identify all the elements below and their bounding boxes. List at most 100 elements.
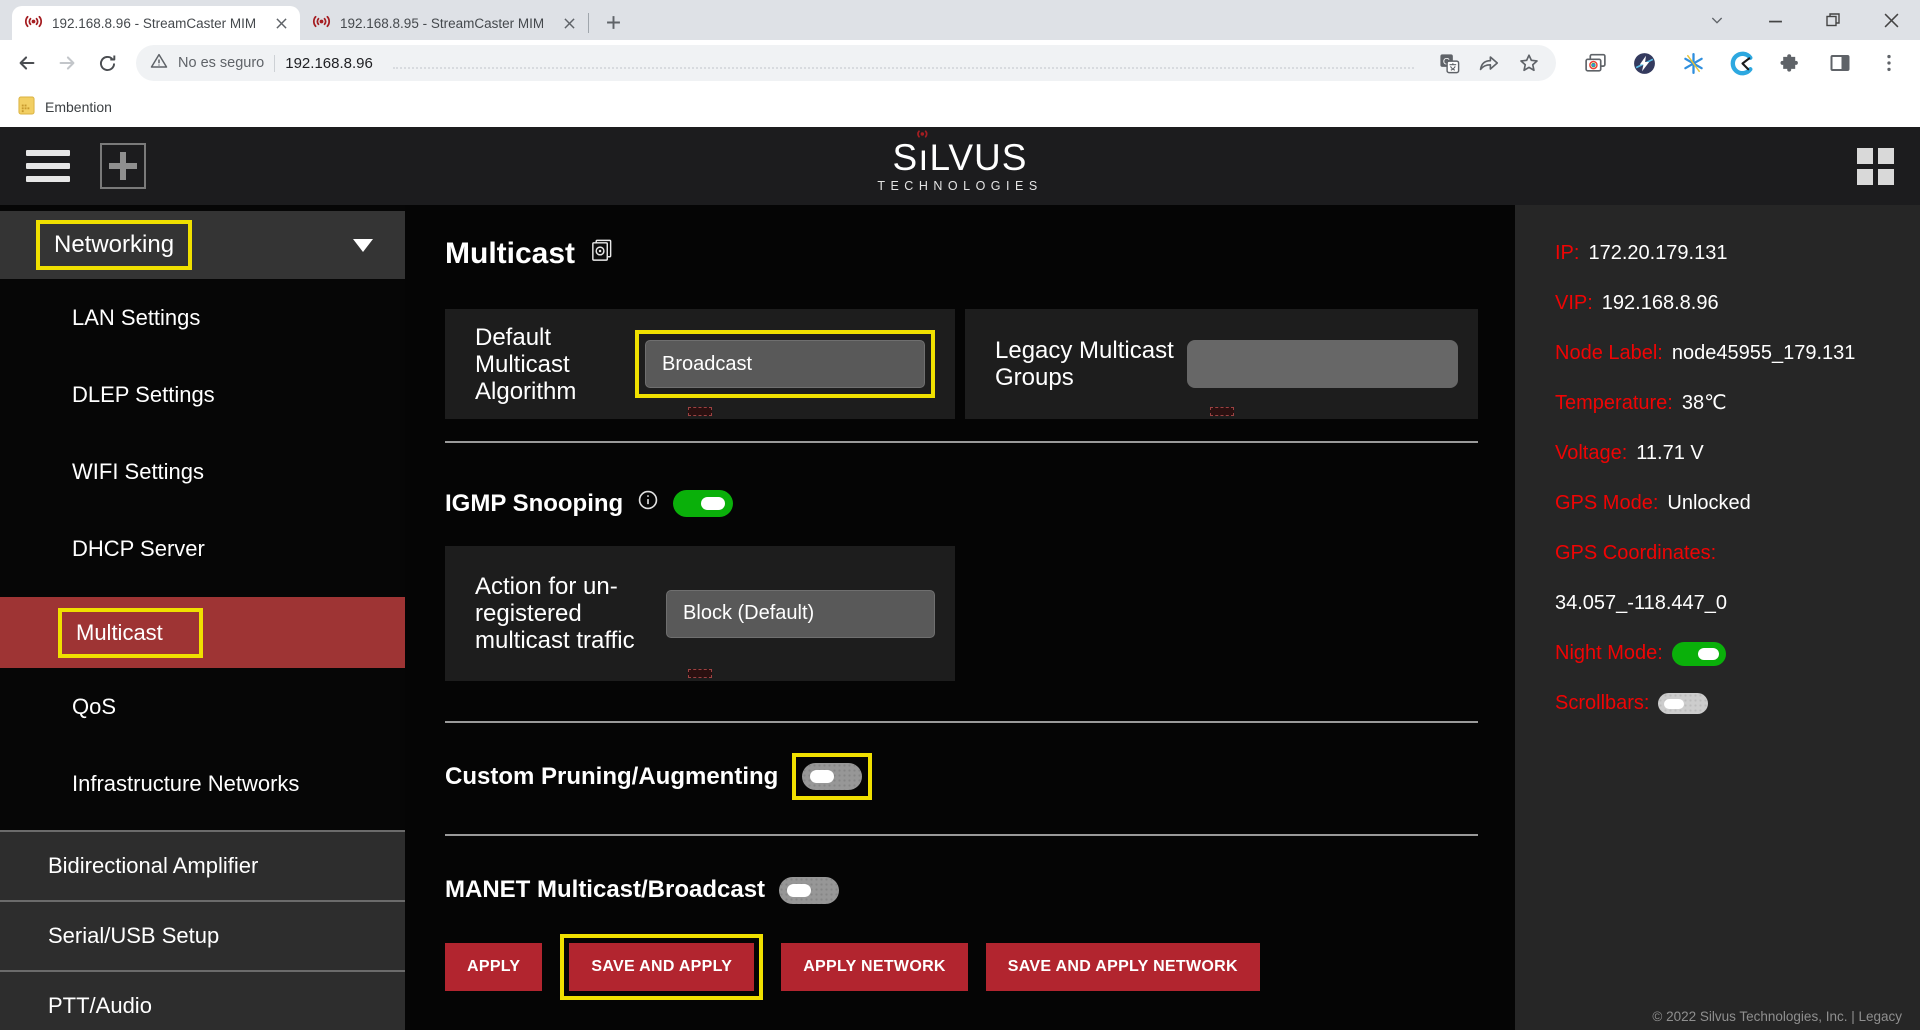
status-row-ip: IP:172.20.179.131: [1555, 241, 1900, 266]
igmp-snooping-toggle[interactable]: [673, 490, 733, 517]
grid-apps-icon[interactable]: [1857, 148, 1894, 185]
node-status-panel: IP:172.20.179.131 VIP:192.168.8.96 Node …: [1515, 205, 1920, 1030]
translate-icon[interactable]: G: [1434, 48, 1464, 78]
new-tab-button[interactable]: [599, 8, 627, 36]
scrollbars-toggle[interactable]: [1658, 693, 1708, 714]
extensions-area: [1568, 50, 1910, 76]
manet-multicast-label: MANET Multicast/Broadcast: [445, 876, 765, 904]
manet-multicast-toggle[interactable]: [779, 877, 839, 904]
igmp-snooping-label: IGMP Snooping: [445, 490, 623, 518]
annotation-box-multicast: Multicast: [58, 608, 203, 658]
custom-pruning-row: Custom Pruning/Augmenting: [445, 753, 1515, 800]
default-multicast-algorithm-select[interactable]: Broadcast: [645, 340, 925, 388]
bookmark-embention[interactable]: Embention: [45, 99, 112, 115]
save-and-apply-button[interactable]: SAVE AND APPLY: [569, 943, 754, 991]
status-row-gps-mode: GPS Mode:Unlocked: [1555, 491, 1900, 516]
restore-button[interactable]: [1804, 0, 1862, 40]
bookmark-star-icon[interactable]: [1514, 48, 1544, 78]
sidebar-group-label: Networking: [54, 231, 174, 258]
sidebar-item-dhcp-server[interactable]: DHCP Server: [0, 510, 405, 587]
browser-window: 192.168.8.96 - StreamCaster MIM 192.168.…: [0, 0, 1920, 1030]
status-row-night-mode: Night Mode:: [1555, 641, 1900, 666]
chrome-media-cards-icon[interactable]: [1582, 50, 1608, 76]
annotation-box-save-and-apply: SAVE AND APPLY: [560, 934, 763, 1000]
annotation-box-pruning-toggle: [792, 753, 872, 800]
tab-search-chevron-icon[interactable]: [1688, 0, 1746, 40]
status-row-gps-coordinates: GPS Coordinates:: [1555, 541, 1900, 566]
lightning-extension-icon[interactable]: [1631, 50, 1657, 76]
tab-close-icon[interactable]: [272, 14, 290, 32]
panel-resize-marker: [1210, 407, 1234, 416]
custom-pruning-label: Custom Pruning/Augmenting: [445, 763, 778, 791]
tab-strip: 192.168.8.96 - StreamCaster MIM 192.168.…: [0, 0, 1920, 40]
sidebar-item-multicast[interactable]: Multicast: [0, 597, 405, 668]
default-multicast-algorithm-label: Default Multicast Algorithm: [475, 324, 635, 405]
omnibox-dotted-line: [393, 67, 1414, 69]
sidebar-group-networking[interactable]: Networking: [0, 211, 405, 279]
unregistered-multicast-select[interactable]: Block (Default): [666, 590, 935, 638]
status-row-node-label: Node Label:node45955_179.131: [1555, 341, 1900, 366]
sidebar-item-qos[interactable]: QoS: [0, 668, 405, 745]
default-multicast-algorithm-panel: Default Multicast Algorithm Broadcast: [445, 309, 955, 419]
legacy-multicast-groups-panel: Legacy Multicast Groups: [965, 309, 1478, 419]
browser-menu-icon[interactable]: [1876, 50, 1902, 76]
action-buttons-row: APPLY SAVE AND APPLY APPLY NETWORK SAVE …: [445, 934, 1515, 1000]
tab-close-icon[interactable]: [560, 14, 578, 32]
section-divider: [445, 834, 1478, 836]
apply-button[interactable]: APPLY: [445, 943, 542, 991]
menu-hamburger-icon[interactable]: [26, 150, 70, 182]
chevron-down-icon: [353, 239, 373, 252]
custom-pruning-toggle[interactable]: [802, 763, 862, 790]
panel-resize-marker: [688, 669, 712, 678]
copyright-footer: © 2022 Silvus Technologies, Inc. | Legac…: [1652, 1009, 1902, 1024]
snowflake-extension-icon[interactable]: [1680, 50, 1706, 76]
sidebar-item-infrastructure-networks[interactable]: Infrastructure Networks: [0, 745, 405, 822]
tab-title: 192.168.8.96 - StreamCaster MIM: [52, 16, 263, 31]
info-icon[interactable]: [637, 489, 659, 518]
section-divider: [445, 441, 1478, 443]
section-divider: [445, 721, 1478, 723]
url-text[interactable]: 192.168.8.96: [285, 55, 373, 72]
manet-multicast-row: MANET Multicast/Broadcast: [445, 876, 1515, 904]
browser-toolbar: No es seguro 192.168.8.96 G: [0, 40, 1920, 86]
nav-sidebar: Networking LAN Settings DLEP Settings WI…: [0, 205, 405, 1030]
extensions-puzzle-icon[interactable]: [1778, 50, 1804, 76]
legacy-multicast-groups-input[interactable]: [1187, 340, 1458, 388]
bookmarks-bar: Embention: [0, 86, 1920, 127]
night-mode-toggle[interactable]: [1672, 642, 1726, 666]
sidebar-section-bidirectional-amplifier[interactable]: Bidirectional Amplifier: [0, 830, 405, 900]
security-chip-label[interactable]: No es seguro: [178, 55, 264, 71]
not-secure-warning-icon[interactable]: [150, 52, 168, 75]
c-clock-extension-icon[interactable]: [1729, 50, 1755, 76]
save-and-apply-network-button[interactable]: SAVE AND APPLY NETWORK: [986, 943, 1260, 991]
page-title: Multicast: [445, 237, 1515, 271]
close-window-button[interactable]: [1862, 0, 1920, 40]
minimize-button[interactable]: [1746, 0, 1804, 40]
address-bar[interactable]: No es seguro 192.168.8.96 G: [136, 45, 1556, 81]
main-content: Multicast Default Multicast Algorithm Br…: [405, 205, 1515, 1030]
apply-network-button[interactable]: APPLY NETWORK: [781, 943, 968, 991]
status-row-temperature: Temperature:38℃: [1555, 391, 1900, 416]
sidebar-sections: Bidirectional Amplifier Serial/USB Setup…: [0, 830, 405, 1030]
reload-icon[interactable]: [90, 46, 124, 80]
share-icon[interactable]: [1474, 48, 1504, 78]
tab-streamcaster-95[interactable]: 192.168.8.95 - StreamCaster MIM: [300, 6, 588, 40]
unregistered-multicast-label: Action for un-registered multicast traff…: [475, 573, 666, 654]
popup-help-icon[interactable]: [589, 237, 614, 271]
add-plus-icon[interactable]: [100, 143, 146, 189]
bookmark-file-icon: [18, 96, 35, 118]
field-panels-row: Default Multicast Algorithm Broadcast Le…: [445, 309, 1515, 419]
forward-icon[interactable]: [50, 46, 84, 80]
sidebar-section-ptt-audio[interactable]: PTT/Audio: [0, 970, 405, 1030]
status-row-voltage: Voltage:11.71 V: [1555, 441, 1900, 466]
igmp-snooping-row: IGMP Snooping: [445, 489, 1515, 518]
tab-streamcaster-96[interactable]: 192.168.8.96 - StreamCaster MIM: [12, 6, 300, 40]
sidebar-item-wifi-settings[interactable]: WIFI Settings: [0, 433, 405, 510]
app-header: SıLVUS TECHNOLOGIES: [0, 127, 1920, 205]
side-panel-icon[interactable]: [1827, 50, 1853, 76]
back-icon[interactable]: [10, 46, 44, 80]
sidebar-section-serial-usb-setup[interactable]: Serial/USB Setup: [0, 900, 405, 970]
sidebar-item-lan-settings[interactable]: LAN Settings: [0, 279, 405, 356]
silvus-logo: SıLVUS TECHNOLOGIES: [877, 139, 1042, 193]
sidebar-item-dlep-settings[interactable]: DLEP Settings: [0, 356, 405, 433]
